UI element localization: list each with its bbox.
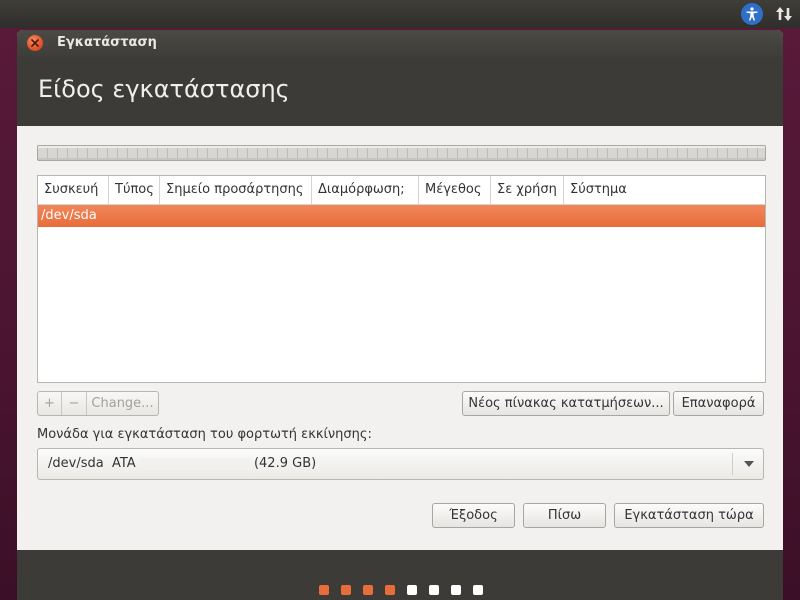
- device-cell: /dev/sda: [41, 208, 97, 223]
- page-header: Είδος εγκατάστασης: [17, 57, 783, 126]
- progress-dot: [385, 585, 395, 595]
- progress-dot: [363, 585, 373, 595]
- back-button[interactable]: Πίσω: [523, 503, 606, 528]
- quit-button[interactable]: Έξοδος: [432, 503, 515, 528]
- window-title: Εγκατάσταση: [57, 35, 157, 50]
- bootloader-device-select[interactable]: /dev/sda ATA (42.9 GB): [37, 448, 764, 480]
- device-vendor: ATA: [111, 456, 136, 471]
- table-row[interactable]: /dev/sda: [38, 205, 765, 227]
- installer-window: Εγκατάσταση Είδος εγκατάστασης Συσκευή Τ…: [17, 30, 783, 600]
- plus-icon: +: [44, 396, 55, 411]
- redacted-model: [139, 457, 250, 470]
- revert-button[interactable]: Επαναφορά: [673, 391, 764, 416]
- column-header-type[interactable]: Τύπος: [109, 176, 160, 204]
- change-partition-button[interactable]: Change...: [87, 392, 158, 415]
- bootloader-device-value: /dev/sda ATA (42.9 GB): [48, 456, 316, 471]
- install-now-button[interactable]: Εγκατάσταση τώρα: [614, 503, 764, 528]
- partition-tools: + − Change...: [37, 391, 159, 416]
- progress-dots: [319, 585, 483, 595]
- progress-dot: [451, 585, 461, 595]
- progress-dot: [319, 585, 329, 595]
- new-partition-table-button[interactable]: Νέος πίνακας κατατμήσεων...: [462, 391, 670, 416]
- table-header: Συσκευή Τύπος Σημείο προσάρτησης Διαμόρφ…: [38, 176, 765, 205]
- column-header-device[interactable]: Συσκευή: [38, 176, 109, 204]
- progress-footer: [17, 550, 783, 600]
- window-titlebar[interactable]: Εγκατάσταση: [17, 30, 783, 57]
- column-header-system[interactable]: Σύστημα: [564, 176, 765, 204]
- progress-dot: [407, 585, 417, 595]
- column-header-format[interactable]: Διαμόρφωση;: [312, 176, 419, 204]
- accessibility-icon[interactable]: [741, 3, 763, 25]
- progress-dot: [429, 585, 439, 595]
- remove-partition-button[interactable]: −: [62, 392, 87, 415]
- bootloader-label: Μονάδα για εγκατάσταση του φορτωτή εκκίν…: [37, 427, 372, 442]
- column-header-used[interactable]: Σε χρήση: [491, 176, 564, 204]
- close-icon: [31, 39, 39, 47]
- close-button[interactable]: [27, 35, 43, 51]
- chevron-down-icon[interactable]: [744, 461, 754, 467]
- partition-bar: [37, 145, 766, 161]
- column-header-mount-point[interactable]: Σημείο προσάρτησης: [160, 176, 312, 204]
- network-icon[interactable]: [775, 5, 793, 23]
- change-button-label: Change...: [91, 396, 154, 411]
- device-path: /dev/sda: [48, 456, 104, 471]
- progress-dot: [341, 585, 351, 595]
- column-header-size[interactable]: Μέγεθος: [419, 176, 491, 204]
- partition-table[interactable]: Συσκευή Τύπος Σημείο προσάρτησης Διαμόρφ…: [37, 175, 766, 383]
- page-title: Είδος εγκατάστασης: [38, 75, 290, 103]
- minus-icon: −: [68, 396, 80, 411]
- progress-dot: [473, 585, 483, 595]
- top-panel: [0, 0, 800, 28]
- add-partition-button[interactable]: +: [38, 392, 62, 415]
- device-size: (42.9 GB): [253, 456, 317, 471]
- combo-separator: [732, 453, 733, 475]
